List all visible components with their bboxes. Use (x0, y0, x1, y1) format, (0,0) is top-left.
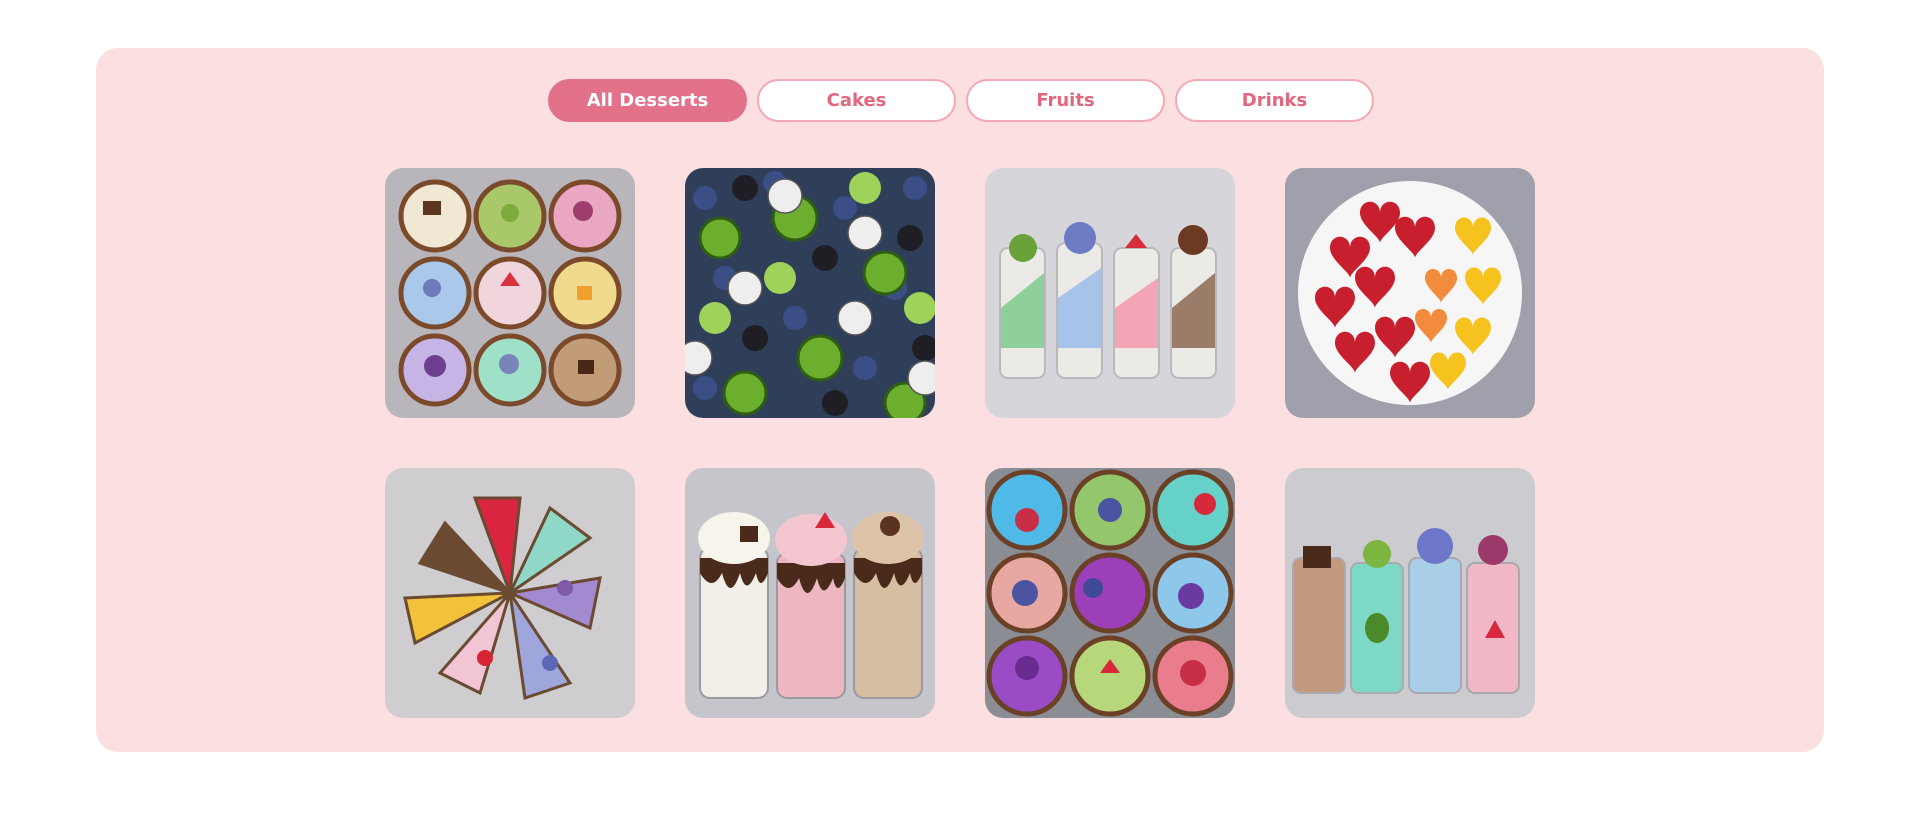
gallery-image-smoothie-bowls[interactable] (385, 168, 635, 418)
smoothie-glasses-image (1285, 468, 1535, 718)
smoothie-bowls-image (385, 168, 635, 418)
heart-fruit-plate-image (1285, 168, 1535, 418)
cheesecake-slices-image (385, 468, 635, 718)
gallery-image-parfaits[interactable] (985, 168, 1235, 418)
filter-bar: All Desserts Cakes Fruits Drinks (548, 79, 1374, 122)
filter-cakes[interactable]: Cakes (757, 79, 956, 122)
fruit-mix-image (685, 168, 935, 418)
dessert-gallery-panel (96, 48, 1824, 752)
filter-drinks[interactable]: Drinks (1175, 79, 1374, 122)
acai-bowls-image (985, 468, 1235, 718)
gallery-image-cheesecakes[interactable] (385, 468, 635, 718)
gallery-image-heart-fruit[interactable] (1285, 168, 1535, 418)
parfait-glasses-image (985, 168, 1235, 418)
filter-all-desserts[interactable]: All Desserts (548, 79, 747, 122)
milkshake-glasses-image (685, 468, 935, 718)
gallery-image-smoothie-glasses[interactable] (1285, 468, 1535, 718)
gallery-image-milkshakes[interactable] (685, 468, 935, 718)
filter-fruits[interactable]: Fruits (966, 79, 1165, 122)
gallery-image-fruit-mix[interactable] (685, 168, 935, 418)
gallery-image-acai-bowls[interactable] (985, 468, 1235, 718)
